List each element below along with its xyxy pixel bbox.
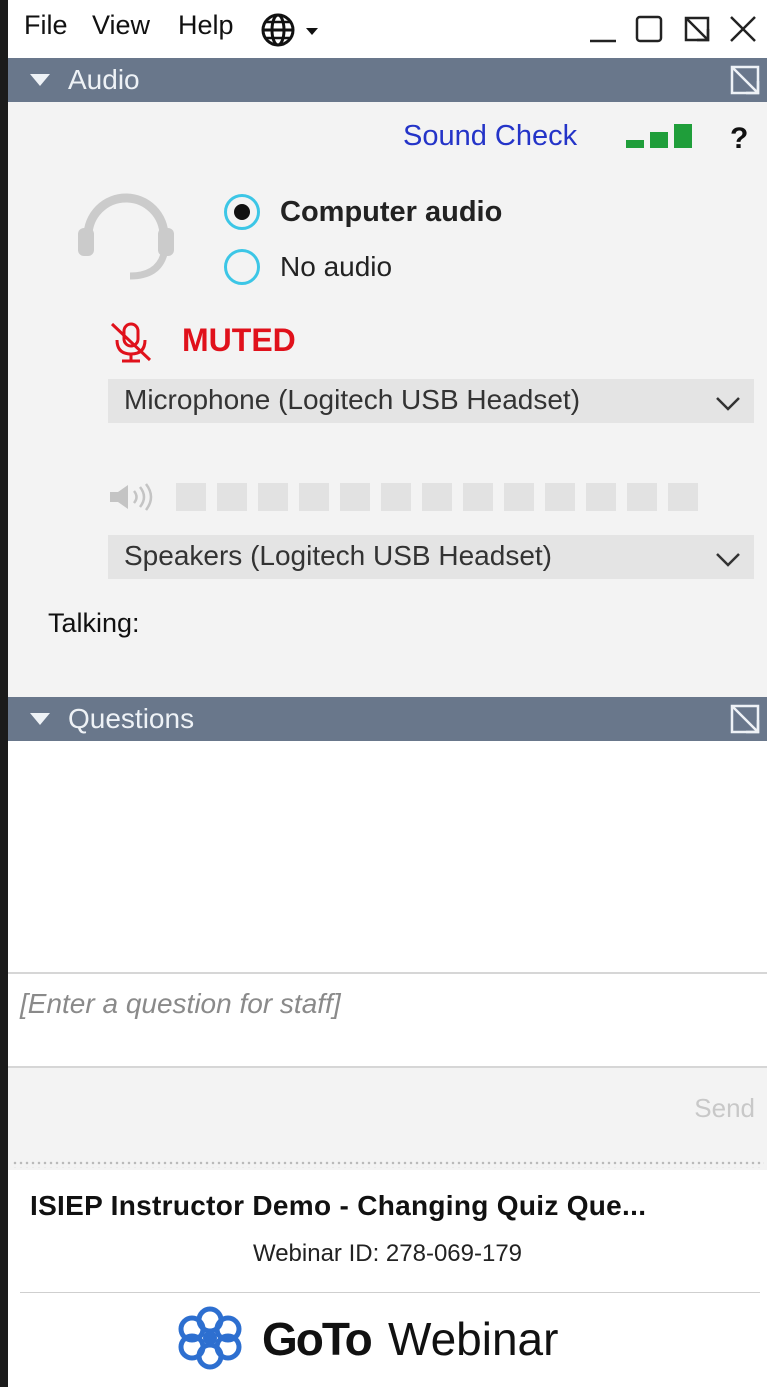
audio-section-header[interactable]: Audio [8,58,767,102]
restore-icon[interactable] [682,14,712,44]
muted-status: MUTED [182,322,296,358]
chevron-down-icon[interactable] [714,389,742,421]
radio-checked-icon[interactable] [224,194,260,230]
no-audio-radio[interactable]: No audio [224,249,484,289]
sound-check-link[interactable]: Sound Check [403,120,577,153]
level-segment [340,483,370,511]
level-segment [422,483,452,511]
webinar-footer: ISIEP Instructor Demo - Changing Quiz Qu… [8,1170,767,1387]
level-segment [217,483,247,511]
collapse-caret-icon[interactable] [30,74,50,93]
collapse-caret-icon[interactable] [30,713,50,732]
popout-icon[interactable] [729,64,761,96]
menu-help[interactable]: Help [178,10,234,41]
level-segment [176,483,206,511]
level-segment [545,483,575,511]
menu-bar: File View Help [8,0,767,58]
menu-file[interactable]: File [24,10,68,41]
questions-section-header[interactable]: Questions [8,697,767,741]
microphone-muted-icon[interactable] [108,320,154,364]
no-audio-label: No audio [280,251,393,282]
maximize-icon[interactable] [634,14,664,44]
microphone-select-value: Microphone (Logitech USB Headset) [124,384,581,415]
level-segment [381,483,411,511]
gotowebinar-logo-icon [174,1306,246,1370]
level-segment [627,483,657,511]
microphone-select[interactable]: Microphone (Logitech USB Headset) [108,379,754,423]
help-button[interactable]: ? [730,122,748,156]
computer-audio-label: Computer audio [280,196,503,228]
level-segment [668,483,698,511]
level-segment [504,483,534,511]
radio-unchecked-icon[interactable] [224,249,260,285]
webinar-title: ISIEP Instructor Demo - Changing Quiz Qu… [30,1190,647,1221]
level-segment [586,483,616,511]
computer-audio-radio[interactable]: Computer audio [224,194,564,234]
menu-view[interactable]: View [92,10,150,41]
level-segment [463,483,493,511]
speakers-select-value: Speakers (Logitech USB Headset) [124,540,552,571]
send-button[interactable]: Send [694,1093,755,1124]
popout-icon[interactable] [729,703,761,735]
signal-strength-icon [624,122,694,150]
speaker-icon [108,482,158,512]
brand-webinar: Webinar [388,1313,559,1365]
questions-section-title: Questions [68,703,195,734]
headset-icon [74,192,178,284]
webinar-id: Webinar ID: 278-069-179 [252,1240,523,1267]
level-segment [299,483,329,511]
level-segment [258,483,288,511]
talking-label: Talking: [48,608,140,638]
chevron-down-icon[interactable] [714,545,742,577]
audio-section-title: Audio [68,64,140,95]
question-input-placeholder: [Enter a question for staff] [20,988,341,1019]
globe-icon[interactable] [258,12,328,48]
minimize-icon[interactable] [588,14,618,44]
footer-divider [20,1292,760,1293]
brand-goto: GoTo [262,1313,373,1365]
gotowebinar-logo: GoTo Webinar [174,1306,614,1370]
speakers-select[interactable]: Speakers (Logitech USB Headset) [108,535,754,579]
resize-grip[interactable] [12,1160,764,1168]
question-input[interactable]: [Enter a question for staff] [8,972,767,1068]
questions-log [8,741,767,972]
close-icon[interactable] [728,14,758,44]
